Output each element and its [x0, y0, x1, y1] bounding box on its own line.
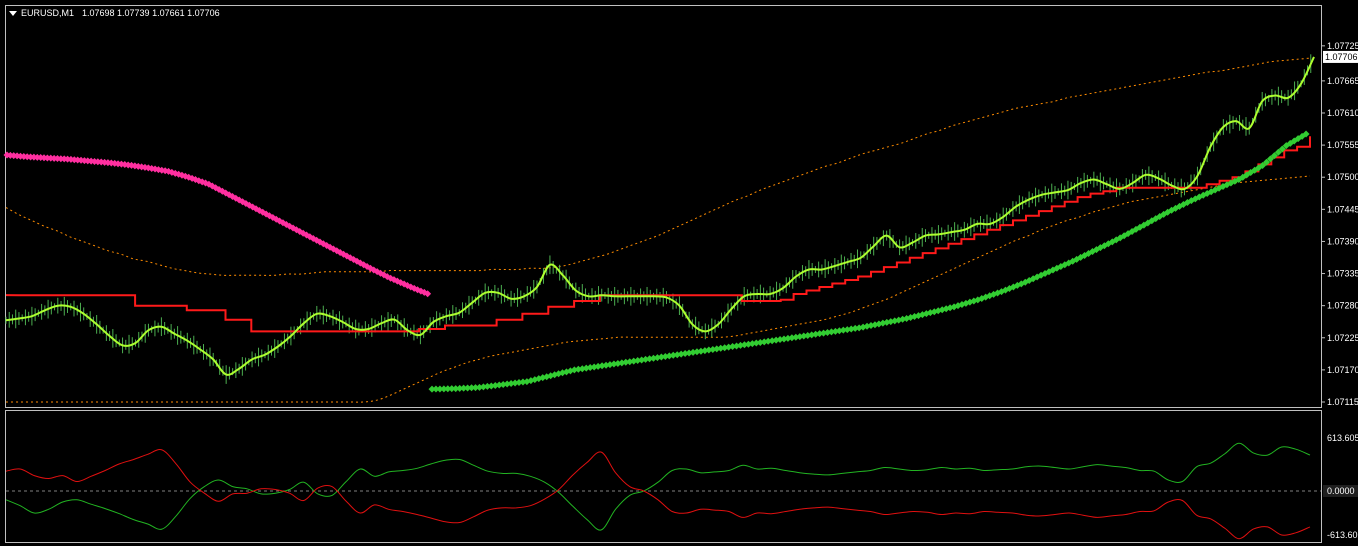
- price-axis-label: 1.07500: [1327, 172, 1358, 182]
- ohlc-label: 1.07698 1.07739 1.07661 1.07706: [82, 8, 220, 18]
- price-axis-label: 1.07555: [1327, 140, 1358, 150]
- price-axis-label: 1.07665: [1327, 76, 1358, 86]
- chart-canvas[interactable]: 1.07725 1.07665 1.07610 1.07555 1.07500 1.074…: [0, 0, 1358, 546]
- price-axis-label: 1.07390: [1327, 236, 1358, 246]
- price-axis-label: 1.07225: [1327, 333, 1358, 343]
- price-axis-label: 1.07280: [1327, 301, 1358, 311]
- oscillator-axis-label: 0.0000: [1327, 486, 1355, 496]
- price-axis-label: 1.07725: [1327, 41, 1358, 51]
- current-price-label: 1.07706: [1325, 52, 1358, 62]
- oscillator-axis-label: 613.605: [1327, 433, 1358, 443]
- price-axis-label: 1.07335: [1327, 269, 1358, 279]
- chart-header[interactable]: EURUSD,M1 1.07698 1.07739 1.07661 1.0770…: [9, 8, 220, 18]
- price-axis-label: 1.07170: [1327, 365, 1358, 375]
- price-axis-label: 1.07115: [1327, 397, 1358, 407]
- oscillator-axis-label: -613.60: [1327, 530, 1358, 540]
- price-axis-label: 1.07610: [1327, 108, 1358, 118]
- price-axis-label: 1.07445: [1327, 204, 1358, 214]
- symbol-label: EURUSD,M1: [21, 8, 74, 18]
